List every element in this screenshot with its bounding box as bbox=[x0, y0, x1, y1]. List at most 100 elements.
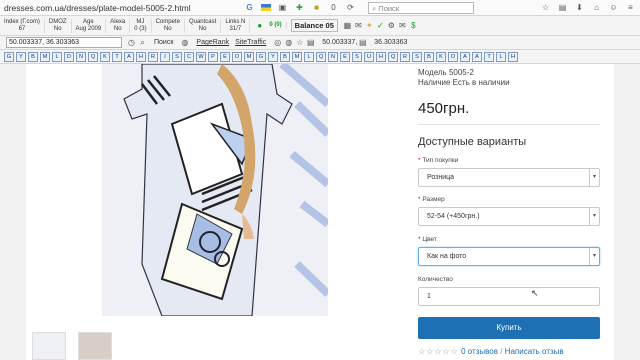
lock-icon[interactable]: ■ bbox=[311, 2, 322, 13]
toolbar-square-button[interactable]: H bbox=[376, 51, 386, 62]
toolbar-square-button[interactable]: A bbox=[460, 51, 470, 62]
seo-metric-cell[interactable]: Quantcast No bbox=[185, 18, 222, 33]
bookmarks-icon[interactable]: ▤ bbox=[557, 2, 568, 13]
home-icon[interactable]: ⌂ bbox=[591, 2, 602, 13]
seo-metric-cell[interactable]: DMOZ No bbox=[45, 18, 72, 33]
seo-metric-cell[interactable]: MJ 0 (3) bbox=[130, 18, 152, 33]
purchase-type-select[interactable]: Розница ▾ bbox=[418, 168, 600, 187]
ukraine-flag-icon[interactable] bbox=[261, 4, 271, 11]
window-icon[interactable]: ▣ bbox=[277, 2, 288, 13]
quantity-input[interactable]: 1 bbox=[418, 287, 600, 306]
bookmark-star-icon[interactable]: ☆ bbox=[540, 2, 551, 13]
menu-icon[interactable]: ≡ bbox=[625, 2, 636, 13]
toolbar-square-button[interactable]: S bbox=[352, 51, 362, 62]
write-review-link[interactable]: Написать отзыв bbox=[505, 347, 564, 356]
toolbar-square-button[interactable]: L bbox=[52, 51, 62, 62]
toolbar-square-button[interactable]: O bbox=[448, 51, 458, 62]
thumbnail-1[interactable] bbox=[32, 332, 66, 360]
toolbar-square-button[interactable]: K bbox=[100, 51, 110, 62]
toolbar-square-button[interactable]: I bbox=[160, 51, 170, 62]
toolbar-square-button[interactable]: R bbox=[148, 51, 158, 62]
toolbar-square-button[interactable]: S bbox=[412, 51, 422, 62]
toolbar-square-button[interactable]: Q bbox=[388, 51, 398, 62]
map-icon[interactable]: ▤ bbox=[357, 37, 368, 48]
search-button[interactable]: Поиск bbox=[154, 39, 173, 46]
seo-metric-cell[interactable]: Age Aug 2009 bbox=[72, 18, 107, 33]
seo-metric-cell[interactable]: Compete No bbox=[152, 18, 185, 33]
toolbar-square-button[interactable]: M bbox=[244, 51, 254, 62]
toolbar-square-button[interactable]: M bbox=[40, 51, 50, 62]
seo-metric-cell[interactable]: Alexa No bbox=[106, 18, 131, 33]
toolbar-square-button[interactable]: B bbox=[424, 51, 434, 62]
refresh-icon[interactable]: ⟳ bbox=[345, 2, 356, 13]
toolbar-square-button[interactable]: W bbox=[196, 51, 206, 62]
toolbar-square-button[interactable]: M bbox=[292, 51, 302, 62]
search-icon[interactable]: ⌕ bbox=[137, 37, 148, 48]
toolbar-square-button[interactable]: T bbox=[484, 51, 494, 62]
toolbar-square-button[interactable]: H bbox=[508, 51, 518, 62]
toolbar-square-button[interactable]: O bbox=[232, 51, 242, 62]
mail-icon[interactable]: ✉ bbox=[397, 20, 408, 31]
addon-icon[interactable]: ✚ bbox=[294, 2, 305, 13]
color-select[interactable]: Как на фото ▾ bbox=[418, 247, 600, 266]
buy-button[interactable]: Купить bbox=[418, 317, 600, 339]
gear-icon[interactable]: ⚙ bbox=[386, 20, 397, 31]
history-icon[interactable]: ◷ bbox=[126, 37, 137, 48]
seo-metric-cell[interactable]: Index (Г.com) 67 bbox=[0, 18, 45, 33]
globe-icon[interactable]: ◍ bbox=[179, 37, 190, 48]
rating-stars: ☆☆☆☆☆ bbox=[418, 347, 459, 356]
balance-button[interactable]: Balance 05 bbox=[290, 19, 338, 32]
toolbar-square-button[interactable]: K bbox=[436, 51, 446, 62]
toolbar-square-button[interactable]: A bbox=[472, 51, 482, 62]
toolbar-square-button[interactable]: T bbox=[112, 51, 122, 62]
green-counter-icon[interactable]: ● bbox=[254, 20, 265, 31]
toolbar-square-button[interactable]: A bbox=[124, 51, 134, 62]
toolbar-square-button[interactable]: B bbox=[280, 51, 290, 62]
reviews-link[interactable]: 0 отзывов bbox=[461, 347, 498, 356]
chat-icon[interactable]: ✉ bbox=[353, 20, 364, 31]
chart-icon[interactable]: ▦ bbox=[342, 20, 353, 31]
toolbar-square-button[interactable]: P bbox=[208, 51, 218, 62]
toolbar-square-button[interactable]: C bbox=[184, 51, 194, 62]
toolbar-square-button[interactable]: U bbox=[364, 51, 374, 62]
toolbar-square-button[interactable]: G bbox=[4, 51, 14, 62]
coords-select[interactable]: 50.003337, 36.303363 bbox=[6, 37, 122, 48]
toolbar-square-button[interactable]: Q bbox=[88, 51, 98, 62]
chat-icon[interactable]: ☺ bbox=[608, 2, 619, 13]
toolbar-square-button[interactable]: S bbox=[172, 51, 182, 62]
toolbar-square-button[interactable]: N bbox=[76, 51, 86, 62]
product-photo[interactable] bbox=[102, 64, 328, 316]
seo-metric-value: 31/7 bbox=[229, 25, 242, 32]
toolbar-square-button[interactable]: Q bbox=[316, 51, 326, 62]
check-icon[interactable]: ✓ bbox=[375, 20, 386, 31]
map-icon[interactable]: ▤ bbox=[305, 37, 316, 48]
toolbar-square-button[interactable]: B bbox=[28, 51, 38, 62]
browser-search-input[interactable]: ⌕ Поиск bbox=[368, 1, 474, 14]
dollar-icon[interactable]: $ bbox=[408, 20, 419, 31]
target-icon[interactable]: ◎ bbox=[272, 37, 283, 48]
google-icon[interactable]: G bbox=[244, 2, 255, 13]
bulb-icon[interactable]: ✦ bbox=[364, 20, 375, 31]
toolbar-square-button[interactable]: R bbox=[400, 51, 410, 62]
toolbar-square-button[interactable]: L bbox=[304, 51, 314, 62]
toolbar-square-button[interactable]: E bbox=[220, 51, 230, 62]
seo-metric-cell[interactable]: Links N 31/7 bbox=[221, 18, 251, 33]
toolbar-square-button[interactable]: H bbox=[136, 51, 146, 62]
toolbar-square-button[interactable]: G bbox=[256, 51, 266, 62]
globe-icon[interactable]: ◍ bbox=[283, 37, 294, 48]
toolbar-square-button[interactable]: Y bbox=[16, 51, 26, 62]
toolbar-square-button[interactable]: Y bbox=[268, 51, 278, 62]
url-field[interactable]: dresses.com.ua/dresses/plate-model-5005-… bbox=[4, 3, 224, 13]
thumbnail-2[interactable] bbox=[78, 332, 112, 360]
pagerank-button[interactable]: PageRank bbox=[196, 39, 229, 46]
download-icon[interactable]: ⬇ bbox=[574, 2, 585, 13]
toolbar-square-button[interactable]: N bbox=[328, 51, 338, 62]
green-counter[interactable]: 0 (0) bbox=[265, 22, 287, 29]
address-bar-row: dresses.com.ua/dresses/plate-model-5005-… bbox=[0, 0, 640, 16]
size-select[interactable]: 52-54 (+450грн.) ▾ bbox=[418, 207, 600, 226]
sitetraffic-button[interactable]: SiteTraffic bbox=[235, 39, 266, 46]
toolbar-square-button[interactable]: E bbox=[340, 51, 350, 62]
toolbar-square-button[interactable]: D bbox=[64, 51, 74, 62]
star-icon[interactable]: ☆ bbox=[294, 37, 305, 48]
toolbar-square-button[interactable]: L bbox=[496, 51, 506, 62]
